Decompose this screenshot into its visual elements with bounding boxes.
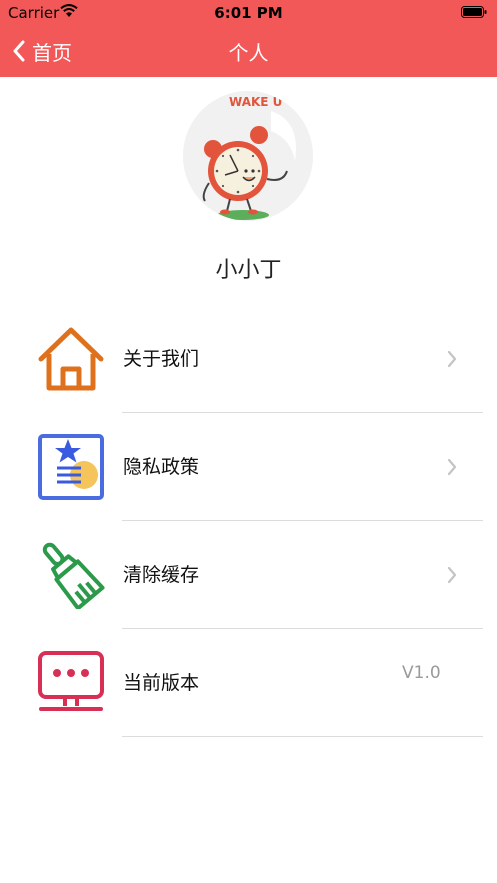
status-bar: Carrier 6:01 PM bbox=[0, 0, 497, 26]
menu-item-label: 当前版本 bbox=[123, 672, 200, 694]
menu-item-clear-cache[interactable]: 清除缓存 bbox=[0, 521, 497, 629]
avatar[interactable]: WAKE U bbox=[183, 91, 313, 221]
divider bbox=[122, 736, 483, 737]
home-icon bbox=[38, 327, 104, 391]
header: Carrier 6:01 PM 首页 个人 bbox=[0, 0, 497, 77]
username: 小小丁 bbox=[215, 258, 282, 283]
privacy-icon bbox=[38, 434, 104, 500]
status-time: 6:01 PM bbox=[214, 4, 283, 22]
chevron-right-icon bbox=[447, 566, 457, 584]
page-title: 个人 bbox=[228, 41, 269, 65]
menu-item-version: 当前版本 V1.0 bbox=[0, 629, 497, 737]
alarm-clock-icon: WAKE U bbox=[183, 91, 313, 221]
chevron-right-icon bbox=[447, 458, 457, 476]
chevron-right-icon bbox=[447, 350, 457, 368]
brush-icon bbox=[42, 542, 105, 609]
menu-item-about-us[interactable]: 关于我们 bbox=[0, 305, 497, 413]
monitor-icon bbox=[38, 651, 104, 711]
avatar-text: WAKE U bbox=[229, 95, 282, 109]
menu-item-label: 关于我们 bbox=[123, 348, 200, 370]
version-value: V1.0 bbox=[402, 663, 441, 683]
menu-item-label: 清除缓存 bbox=[123, 564, 200, 586]
nav-bar: 首页 个人 bbox=[0, 26, 497, 77]
menu-item-privacy-policy[interactable]: 隐私政策 bbox=[0, 413, 497, 521]
menu-item-label: 隐私政策 bbox=[123, 456, 200, 478]
battery-icon bbox=[461, 6, 487, 18]
